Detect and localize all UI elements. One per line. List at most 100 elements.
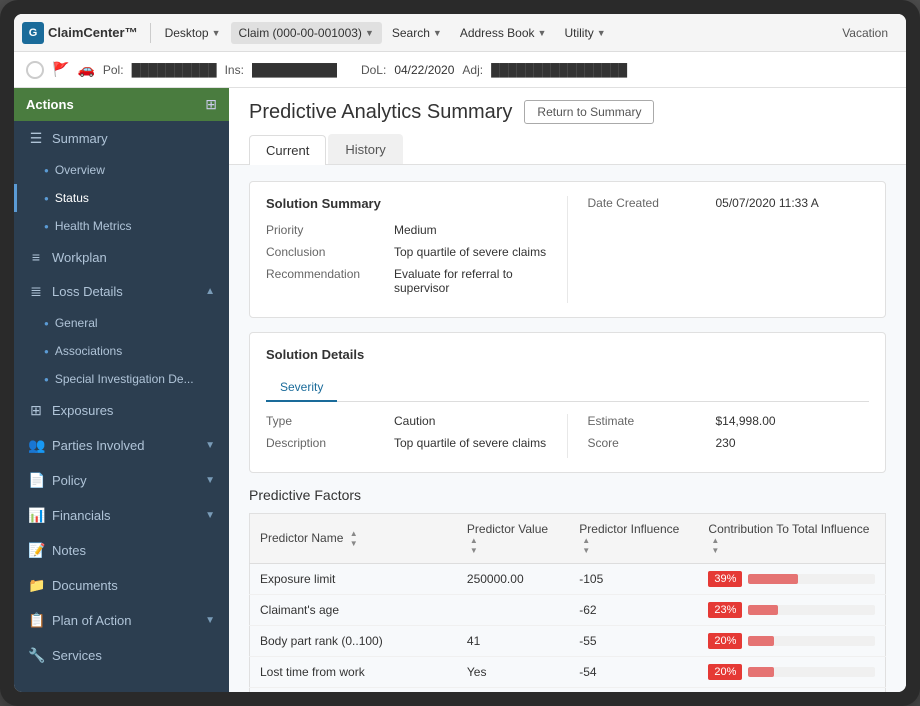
- field-row-priority: Priority Medium: [266, 223, 547, 237]
- bullet-icon: ●: [44, 222, 49, 231]
- cell-contribution: 0%: [698, 688, 885, 692]
- sidebar-item-status[interactable]: ● Status: [14, 184, 229, 212]
- sidebar-item-services[interactable]: 🔧 Services: [14, 638, 229, 673]
- bar-cell: 39%: [708, 571, 875, 587]
- field-row-type: Type Caution: [266, 414, 547, 428]
- sidebar-item-health-metrics[interactable]: ● Health Metrics: [14, 212, 229, 240]
- bar-track: [748, 636, 875, 646]
- bar-track: [748, 605, 875, 615]
- loss-details-icon: ≣: [28, 283, 44, 300]
- sidebar-item-policy[interactable]: 📄 Policy ▼: [14, 463, 229, 498]
- sidebar-item-documents[interactable]: 📁 Documents: [14, 568, 229, 603]
- cell-predictor-name: Body part rank (0..100): [250, 626, 457, 657]
- chevron-icon: ▲: [205, 286, 215, 297]
- col-header-contribution[interactable]: Contribution To Total Influence ▲▼: [698, 514, 885, 564]
- sidebar-item-exposures[interactable]: ⊞ Exposures: [14, 393, 229, 428]
- sidebar-item-special-investigation[interactable]: ● Special Investigation De...: [14, 365, 229, 393]
- field-row-recommendation: Recommendation Evaluate for referral to …: [266, 267, 547, 295]
- table-header-row: Predictor Name ▲▼ Predictor Value ▲▼ Pre…: [250, 514, 886, 564]
- cell-predictor-influence: -105: [569, 564, 698, 595]
- sidebar: Actions ⊞ ☰ Summary ● Overview ● Status: [14, 88, 229, 692]
- sidebar-actions-button[interactable]: Actions ⊞: [14, 88, 229, 121]
- bar-fill: [748, 636, 773, 646]
- sidebar-item-general[interactable]: ● General: [14, 309, 229, 337]
- nav-address-book[interactable]: Address Book ▼: [452, 22, 555, 44]
- cell-predictor-name: Exposure limit: [250, 564, 457, 595]
- cell-predictor-value: [457, 595, 569, 626]
- field-row-description: Description Top quartile of severe claim…: [266, 436, 547, 450]
- nav-search[interactable]: Search ▼: [384, 22, 450, 44]
- sidebar-item-workplan[interactable]: ≡ Workplan: [14, 240, 229, 274]
- status-circle: [26, 61, 44, 79]
- sidebar-item-summary[interactable]: ☰ Summary: [14, 121, 229, 156]
- table-row: Claimant's age-6223%: [250, 595, 886, 626]
- bullet-icon: ●: [44, 194, 49, 203]
- documents-icon: 📁: [28, 577, 44, 594]
- chevron-icon: ▼: [205, 440, 215, 451]
- sidebar-item-overview[interactable]: ● Overview: [14, 156, 229, 184]
- bar-fill: [748, 605, 777, 615]
- cell-predictor-value: 41: [457, 626, 569, 657]
- chevron-icon: ▼: [205, 615, 215, 626]
- exposures-icon: ⊞: [28, 402, 44, 419]
- claim-bar: 🚩 🚗 Pol: ██████████ Ins: ██████████ DoL:…: [14, 52, 906, 88]
- cell-contribution: 39%: [698, 564, 885, 595]
- contribution-badge: 20%: [708, 664, 742, 680]
- content-area: Predictive Analytics Summary Return to S…: [229, 88, 906, 692]
- contribution-badge: 20%: [708, 633, 742, 649]
- sidebar-item-loss-details[interactable]: ≣ Loss Details ▲: [14, 274, 229, 309]
- return-to-summary-button[interactable]: Return to Summary: [524, 100, 654, 124]
- table-row: Exposure limit250000.00-10539%: [250, 564, 886, 595]
- chevron-down-icon: ▼: [433, 28, 442, 38]
- solution-details-card: Solution Details Severity Type Caution: [249, 332, 886, 473]
- sidebar-item-financials[interactable]: 📊 Financials ▼: [14, 498, 229, 533]
- content-header: Predictive Analytics Summary Return to S…: [229, 88, 906, 165]
- services-icon: 🔧: [28, 647, 44, 664]
- tab-history[interactable]: History: [328, 134, 402, 164]
- col-header-predictor-influence[interactable]: Predictor Influence ▲▼: [569, 514, 698, 564]
- solution-details-title: Solution Details: [266, 347, 869, 362]
- sidebar-actions-label: Actions: [26, 97, 74, 112]
- bar-cell: 23%: [708, 602, 875, 618]
- workplan-icon: ≡: [28, 249, 44, 265]
- nav-utility[interactable]: Utility ▼: [556, 22, 613, 44]
- nav-claim[interactable]: Claim (000-00-001003) ▼: [231, 22, 382, 44]
- chevron-down-icon: ▼: [538, 28, 547, 38]
- solution-summary-card: Solution Summary Priority Medium Conclus…: [249, 181, 886, 318]
- content-body: Solution Summary Priority Medium Conclus…: [229, 165, 906, 692]
- summary-icon: ☰: [28, 130, 44, 147]
- nav-divider-1: [150, 23, 151, 43]
- device-frame: G ClaimCenter™ Desktop ▼ Claim (000-00-0…: [0, 0, 920, 706]
- bar-cell: 20%: [708, 664, 875, 680]
- car-icon: 🚗: [77, 61, 94, 78]
- cell-contribution: 20%: [698, 657, 885, 688]
- bar-track: [748, 574, 875, 584]
- field-row-conclusion: Conclusion Top quartile of severe claims: [266, 245, 547, 259]
- contribution-badge: 23%: [708, 602, 742, 618]
- bullet-icon: ●: [44, 347, 49, 356]
- top-nav: G ClaimCenter™ Desktop ▼ Claim (000-00-0…: [14, 14, 906, 52]
- bar-track: [748, 667, 875, 677]
- bullet-icon: ●: [44, 375, 49, 384]
- nav-desktop[interactable]: Desktop ▼: [157, 22, 229, 44]
- solution-details-tabs: Severity: [266, 374, 869, 402]
- cell-contribution: 20%: [698, 626, 885, 657]
- bullet-icon: ●: [44, 166, 49, 175]
- plan-icon: 📋: [28, 612, 44, 629]
- sidebar-item-parties-involved[interactable]: 👥 Parties Involved ▼: [14, 428, 229, 463]
- col-header-predictor-value[interactable]: Predictor Value ▲▼: [457, 514, 569, 564]
- flag-icon: 🚩: [52, 61, 69, 78]
- solution-summary-title: Solution Summary: [266, 196, 547, 211]
- sidebar-item-associations[interactable]: ● Associations: [14, 337, 229, 365]
- sub-tab-severity[interactable]: Severity: [266, 374, 337, 402]
- bullet-icon: ●: [44, 319, 49, 328]
- table-row: Days in between loss and report date0-10…: [250, 688, 886, 692]
- nav-vacation[interactable]: Vacation: [832, 22, 898, 44]
- sidebar-actions-icon: ⊞: [205, 96, 217, 113]
- tab-current[interactable]: Current: [249, 135, 326, 165]
- sidebar-item-notes[interactable]: 📝 Notes: [14, 533, 229, 568]
- col-header-predictor-name[interactable]: Predictor Name ▲▼: [250, 514, 457, 564]
- cell-predictor-influence: -1: [569, 688, 698, 692]
- sidebar-item-plan-of-action[interactable]: 📋 Plan of Action ▼: [14, 603, 229, 638]
- policy-icon: 📄: [28, 472, 44, 489]
